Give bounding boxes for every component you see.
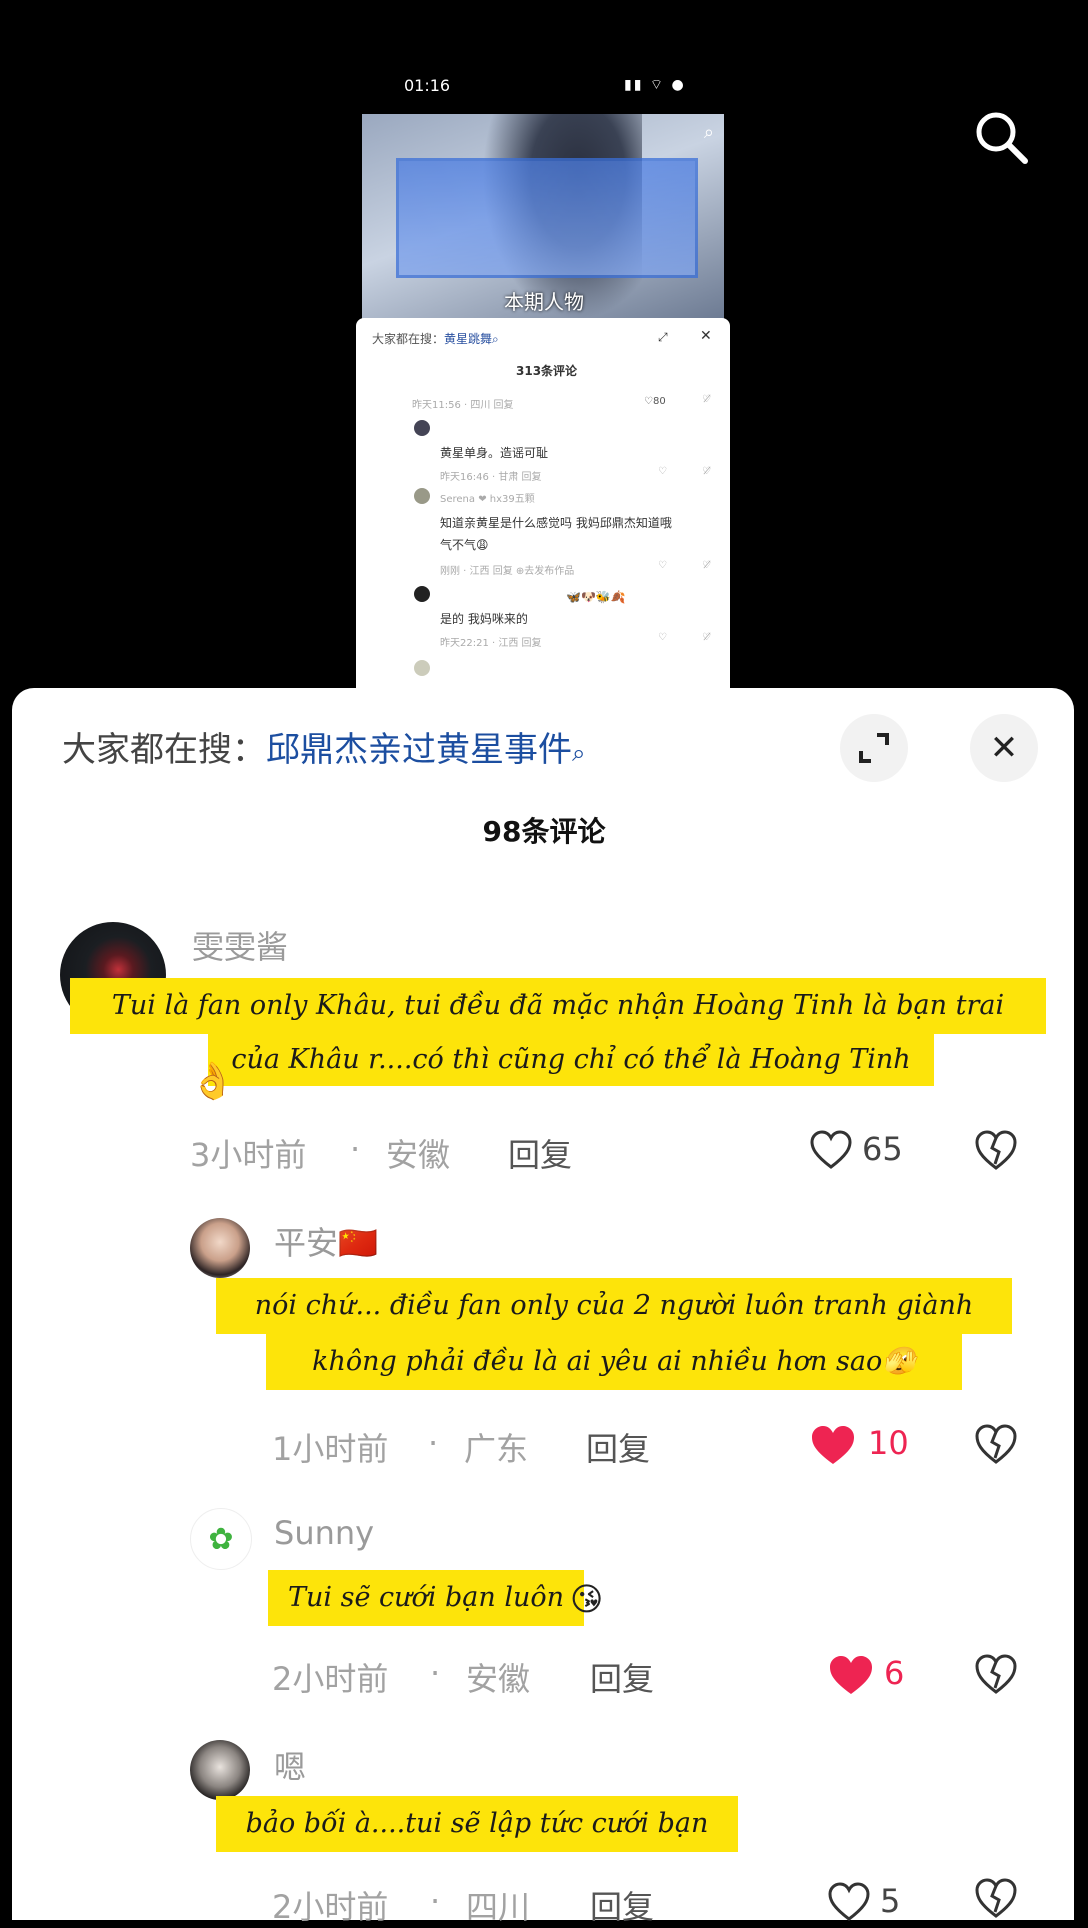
separator-dot: · <box>430 1882 441 1920</box>
caption-line: của Khâu r....có thì cũng chỉ có thể là … <box>231 1044 911 1075</box>
status-time: 01:16 <box>404 76 451 95</box>
mini-like-icon[interactable]: ♡ <box>658 632 667 643</box>
mini-avatar[interactable] <box>414 420 430 436</box>
caption-line: không phải đều là ai yêu ai nhiều hơn sa… <box>312 1346 916 1377</box>
mini-dislike-icon[interactable]: ♡̸ <box>702 560 711 571</box>
like-count: 10 <box>868 1424 909 1462</box>
dislike-icon[interactable] <box>974 1652 1018 1696</box>
mini-comment-text: 是的 我妈咪来的 <box>440 612 528 626</box>
username[interactable]: 平安🇨🇳 <box>274 1218 378 1264</box>
mini-meta: 昨天11:56 · 四川 回复 <box>412 400 514 411</box>
separator-dot: · <box>350 1130 361 1168</box>
mini-comment-text: 知道亲黄星是什么感觉吗 我妈邱鼎杰知道哦 <box>440 516 672 530</box>
expand-icon <box>859 733 889 763</box>
video-thumbnail[interactable]: ⌕ 本期人物 <box>362 114 724 320</box>
status-icons: ▮▮ ⌔ ● <box>624 77 686 93</box>
mini-comment-text: 黄星单身。造谣可耻 <box>440 446 549 460</box>
comment-time: 3小时前 <box>190 1136 307 1174</box>
reply-button[interactable]: 回复 <box>590 1882 654 1928</box>
reply-button[interactable]: 回复 <box>508 1130 572 1176</box>
mini-comment-panel: 大家都在搜：黄星跳舞⌕ ⤢ ✕ 313条评论 昨天11:56 · 四川 回复 ♡… <box>356 318 730 688</box>
mini-search-label: 大家都在搜： <box>372 332 445 346</box>
emoji: 😘 <box>570 1580 604 1618</box>
caption-line: Tui sẽ cưới bạn luôn <box>287 1582 565 1613</box>
search-term[interactable]: 邱鼎杰亲过黄星事件 <box>266 730 572 770</box>
comment-location: 广东 <box>464 1430 529 1468</box>
mini-emoji: 🦋🐶🐝🍂 <box>566 590 626 604</box>
mini-dislike-icon[interactable]: ♡̸ <box>702 466 711 477</box>
search-icon[interactable] <box>972 108 1030 166</box>
avatar[interactable]: ✿ <box>190 1508 252 1570</box>
username[interactable]: Sunny <box>274 1514 374 1552</box>
mini-search-bar[interactable]: 大家都在搜：黄星跳舞⌕ <box>372 330 499 347</box>
caption-overlay: của Khâu r....có thì cũng chỉ có thể là … <box>208 1034 934 1086</box>
mini-expand-icon[interactable]: ⤢ <box>658 330 668 345</box>
like-icon-filled[interactable] <box>828 1654 874 1696</box>
like-icon-filled[interactable] <box>810 1424 856 1466</box>
expand-button[interactable] <box>840 714 908 782</box>
mini-username: Serena ❤ hx39五颗 <box>440 494 535 505</box>
like-icon[interactable] <box>828 1882 870 1922</box>
close-icon: ✕ <box>989 728 1019 768</box>
thumb-search-icon: ⌕ <box>703 122 714 143</box>
search-small-icon: ⌕ <box>572 739 586 767</box>
comment-count: 98条评论 <box>482 815 606 848</box>
comment-time: 2小时前 <box>272 1660 389 1698</box>
mini-meta: 昨天16:46 · 甘肃 回复 <box>440 472 542 483</box>
comment-time: 1小时前 <box>272 1430 389 1468</box>
avatar[interactable] <box>190 1218 250 1278</box>
like-count: 5 <box>880 1882 901 1920</box>
mini-meta: 昨天22:21 · 江西 回复 <box>440 638 542 649</box>
separator-dot: · <box>430 1654 441 1692</box>
caption-overlay: Tui sẽ cưới bạn luôn <box>268 1570 584 1626</box>
comment-location: 四川 <box>466 1888 531 1926</box>
mini-avatar[interactable] <box>414 488 430 504</box>
mini-meta: 刚刚 · 江西 回复 ⊕去发布作品 <box>440 566 575 577</box>
mini-like-icon[interactable]: ♡ <box>658 560 667 571</box>
comment-location: 安徽 <box>386 1136 451 1174</box>
caption-line: nói chứ... điều fan only của 2 người luô… <box>254 1290 974 1321</box>
mini-comment-count: 313条评论 <box>516 364 578 378</box>
mini-likes[interactable]: ♡80 <box>644 396 666 407</box>
caption-overlay: không phải đều là ai yêu ai nhiều hơn sa… <box>266 1334 962 1390</box>
close-button[interactable]: ✕ <box>970 714 1038 782</box>
mini-dislike-icon[interactable]: ♡̸ <box>702 632 711 643</box>
mini-avatar[interactable] <box>414 660 430 676</box>
caption-overlay: nói chứ... điều fan only của 2 người luô… <box>216 1278 1012 1334</box>
thumbnail-caption: 本期人物 <box>504 290 584 314</box>
caption-overlay: Tui là fan only Khâu, tui đều đã mặc nhậ… <box>70 978 1046 1034</box>
blue-panel <box>396 158 698 278</box>
like-count: 6 <box>884 1654 905 1692</box>
search-bar[interactable]: 大家都在搜：邱鼎杰亲过黄星事件⌕ <box>62 722 585 771</box>
username[interactable]: 嗯 <box>274 1742 306 1788</box>
mini-dislike-icon[interactable]: ♡̸ <box>702 394 711 405</box>
mini-avatar[interactable] <box>414 586 430 602</box>
dislike-icon[interactable] <box>974 1422 1018 1466</box>
caption-overlay: bảo bối à....tui sẽ lập tức cưới bạn <box>216 1796 738 1852</box>
comment-location: 安徽 <box>466 1660 531 1698</box>
caption-line: bảo bối à....tui sẽ lập tức cưới bạn <box>245 1808 709 1839</box>
mini-like-icon[interactable]: ♡ <box>658 466 667 477</box>
mini-close-icon[interactable]: ✕ <box>700 328 712 344</box>
reply-button[interactable]: 回复 <box>590 1654 654 1700</box>
separator-dot: · <box>428 1424 439 1462</box>
comment-time: 2小时前 <box>272 1888 389 1926</box>
username[interactable]: 雯雯酱 <box>192 922 288 968</box>
search-label: 大家都在搜： <box>62 730 266 770</box>
like-icon[interactable] <box>810 1130 852 1170</box>
dislike-icon[interactable] <box>974 1876 1018 1920</box>
like-count: 65 <box>862 1130 903 1168</box>
dislike-icon[interactable] <box>974 1128 1018 1172</box>
caption-line: Tui là fan only Khâu, tui đều đã mặc nhậ… <box>111 990 1005 1021</box>
reply-button[interactable]: 回复 <box>586 1424 650 1470</box>
avatar[interactable] <box>190 1740 250 1800</box>
emoji: 👌 <box>190 1061 235 1102</box>
mini-search-term[interactable]: 黄星跳舞 <box>444 332 492 346</box>
mini-comment-text: 气不气😩 <box>440 538 489 552</box>
